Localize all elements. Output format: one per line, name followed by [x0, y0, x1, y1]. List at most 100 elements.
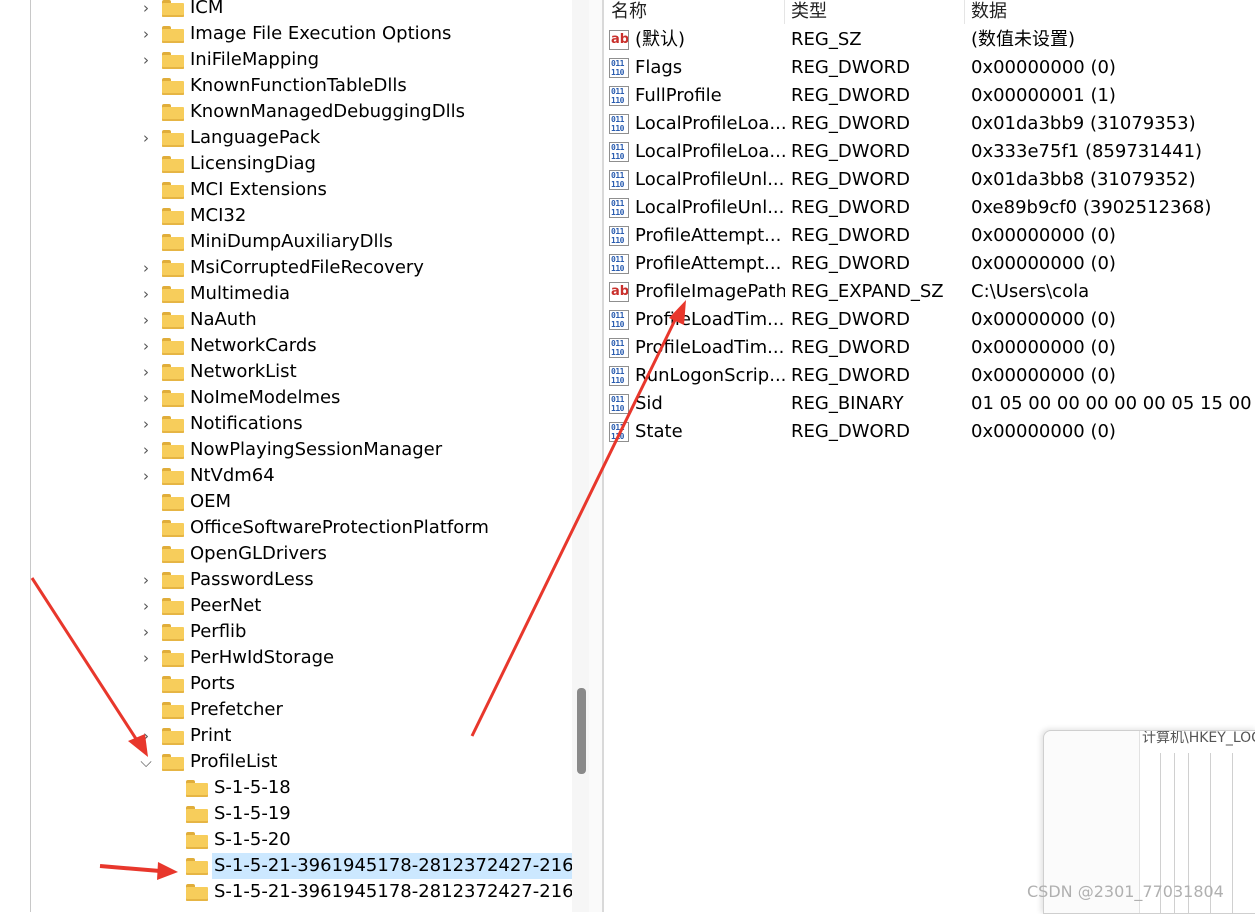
string-value-icon: ab	[609, 30, 629, 50]
tree-item[interactable]: › NoImeModelmes	[136, 385, 342, 411]
tree-item[interactable]: ⌵ ProfileList	[136, 749, 279, 775]
tree-item-label: Prefetcher	[190, 699, 283, 720]
tree-item[interactable]: › NaAuth	[136, 307, 259, 333]
tree-item[interactable]: › NowPlayingSessionManager	[136, 437, 444, 463]
value-row[interactable]: 011 110 RunLogonScrip... REG_DWORD 0x0000000…	[604, 362, 1255, 390]
tree-vertical-scrollbar[interactable]	[572, 0, 589, 912]
tree-item[interactable]: ›OEM	[136, 489, 233, 515]
chevron-right-icon[interactable]: ›	[136, 411, 156, 437]
chevron-down-icon[interactable]: ⌵	[136, 749, 156, 775]
column-header-name[interactable]: 名称	[611, 0, 647, 24]
chevron-right-icon[interactable]: ›	[136, 333, 156, 359]
tree-item[interactable]: › LanguagePack	[136, 125, 322, 151]
tree-item[interactable]: ›Ports	[136, 671, 237, 697]
chevron-right-icon[interactable]: ›	[136, 593, 156, 619]
folder-icon	[162, 103, 184, 121]
tree-item[interactable]: › NetworkList	[136, 359, 299, 385]
tree-item[interactable]: ›LicensingDiag	[136, 151, 318, 177]
folder-icon	[162, 337, 184, 355]
value-type: REG_DWORD	[791, 365, 911, 386]
value-row[interactable]: 011 110 ProfileAttempt... REG_DWORD 0x000000…	[604, 222, 1255, 250]
tree-item[interactable]: ›KnownManagedDebuggingDlls	[136, 99, 467, 125]
tree-item[interactable]: ›S-1-5-19	[160, 801, 293, 827]
value-row[interactable]: 011 110 ProfileLoadTim... REG_DWORD 0x000000…	[604, 334, 1255, 362]
scrollbar-thumb[interactable]	[577, 688, 586, 774]
binary-value-icon: 011 110	[609, 142, 629, 162]
tree-item[interactable]: › PasswordLess	[136, 567, 316, 593]
value-row[interactable]: 011 110 LocalProfileLoa... REG_DWORD 0x01da3…	[604, 110, 1255, 138]
tree-item[interactable]: › Perflib	[136, 619, 248, 645]
binary-value-icon: 011 110	[609, 58, 629, 78]
chevron-right-icon[interactable]: ›	[136, 619, 156, 645]
column-divider[interactable]	[964, 0, 965, 24]
chevron-right-icon[interactable]: ›	[136, 47, 156, 73]
tree-item[interactable]: ›S-1-5-20	[160, 827, 293, 853]
tree-item[interactable]: › PerHwIdStorage	[136, 645, 336, 671]
folder-icon	[162, 0, 184, 17]
tree-item[interactable]: ›MCI32	[136, 203, 248, 229]
tree-item[interactable]: ›MiniDumpAuxiliaryDlls	[136, 229, 395, 255]
chevron-right-icon[interactable]: ›	[136, 281, 156, 307]
chevron-right-icon[interactable]: ›	[136, 0, 156, 21]
tree-guide-line	[30, 0, 31, 912]
tree-item-label: Notifications	[190, 413, 303, 434]
chevron-right-icon[interactable]: ›	[136, 385, 156, 411]
value-row[interactable]: ab ProfileImagePath REG_EXPAND_SZ C:\Users\…	[604, 278, 1255, 306]
chevron-right-icon[interactable]: ›	[136, 255, 156, 281]
tree-item-selected[interactable]: ›S-1-5-21-3961945178-2812372427-216	[160, 853, 572, 879]
tree-item[interactable]: ›OpenGLDrivers	[136, 541, 329, 567]
tree-item[interactable]: ›Prefetcher	[136, 697, 285, 723]
tree-item[interactable]: › PeerNet	[136, 593, 263, 619]
tree-item[interactable]: › NtVdm64	[136, 463, 277, 489]
tree-item[interactable]: ›S-1-5-21-3961945178-2812372427-216	[160, 879, 572, 905]
value-row[interactable]: 011 110 ProfileAttempt... REG_DWORD 0x000000…	[604, 250, 1255, 278]
tree-item[interactable]: › ICM	[136, 0, 225, 21]
value-row[interactable]: 011 110 ProfileLoadTim... REG_DWORD 0x000000…	[604, 306, 1255, 334]
tree-item-label: NetworkList	[190, 361, 297, 382]
column-header-data[interactable]: 数据	[971, 0, 1007, 24]
tree-item[interactable]: › MsiCorruptedFileRecovery	[136, 255, 426, 281]
tree-item[interactable]: ›S-1-5-18	[160, 775, 293, 801]
folder-icon	[162, 597, 184, 615]
pane-splitter[interactable]	[589, 0, 604, 912]
tree-item[interactable]: ›KnownFunctionTableDlls	[136, 73, 409, 99]
chevron-right-icon[interactable]: ›	[136, 567, 156, 593]
tree-item[interactable]: › Multimedia	[136, 281, 292, 307]
chevron-right-icon[interactable]: ›	[136, 125, 156, 151]
tree-item[interactable]: › Image File Execution Options	[136, 21, 453, 47]
tree-item[interactable]: ›OfficeSoftwareProtectionPlatform	[136, 515, 491, 541]
chevron-right-icon[interactable]: ›	[136, 723, 156, 749]
chevron-right-icon[interactable]: ›	[136, 21, 156, 47]
tree-item-label: Multimedia	[190, 283, 291, 304]
chevron-right-icon[interactable]: ›	[136, 463, 156, 489]
chevron-right-icon[interactable]: ›	[136, 645, 156, 671]
value-row[interactable]: 011 110 LocalProfileUnl... REG_DWORD 0x01da3…	[604, 166, 1255, 194]
tree-item-label: PasswordLess	[190, 569, 314, 590]
chevron-right-icon[interactable]: ›	[136, 437, 156, 463]
chevron-right-icon[interactable]: ›	[136, 307, 156, 333]
value-row[interactable]: 011 110 State REG_DWORD 0x00000000 (0)	[604, 418, 1255, 446]
value-row[interactable]: 011 110 FullProfile REG_DWORD 0x00000001 (1)	[604, 82, 1255, 110]
tree-item[interactable]: › Print	[136, 723, 233, 749]
tree-item[interactable]: › Notifications	[136, 411, 305, 437]
tree-item[interactable]: › NetworkCards	[136, 333, 319, 359]
value-row[interactable]: 011 110 Flags REG_DWORD 0x00000000 (0)	[604, 54, 1255, 82]
registry-key-tree[interactable]: › ICM › Image File Execution Options › IniFil…	[0, 0, 572, 912]
value-type: REG_SZ	[791, 29, 862, 50]
binary-value-icon: 011 110	[609, 338, 629, 358]
value-name: ProfileImagePath	[635, 281, 785, 302]
folder-icon	[162, 25, 184, 43]
column-divider[interactable]	[784, 0, 785, 24]
value-row[interactable]: 011 110 LocalProfileLoa... REG_DWORD 0x333e7…	[604, 138, 1255, 166]
value-row[interactable]: ab (默认) REG_SZ (数值未设置)	[604, 26, 1255, 54]
value-row[interactable]: 011 110 Sid REG_BINARY 01 05 00 00 00 00 00 …	[604, 390, 1255, 418]
binary-value-icon: 011 110	[609, 310, 629, 330]
value-row[interactable]: 011 110 LocalProfileUnl... REG_DWORD 0xe89b9…	[604, 194, 1255, 222]
chevron-right-icon[interactable]: ›	[136, 359, 156, 385]
value-name: ProfileLoadTim...	[635, 337, 785, 358]
tree-item-label: ICM	[190, 0, 224, 18]
column-header-type[interactable]: 类型	[791, 0, 827, 24]
tree-item[interactable]: ›MCI Extensions	[136, 177, 329, 203]
folder-icon	[162, 415, 184, 433]
tree-item[interactable]: › IniFileMapping	[136, 47, 321, 73]
